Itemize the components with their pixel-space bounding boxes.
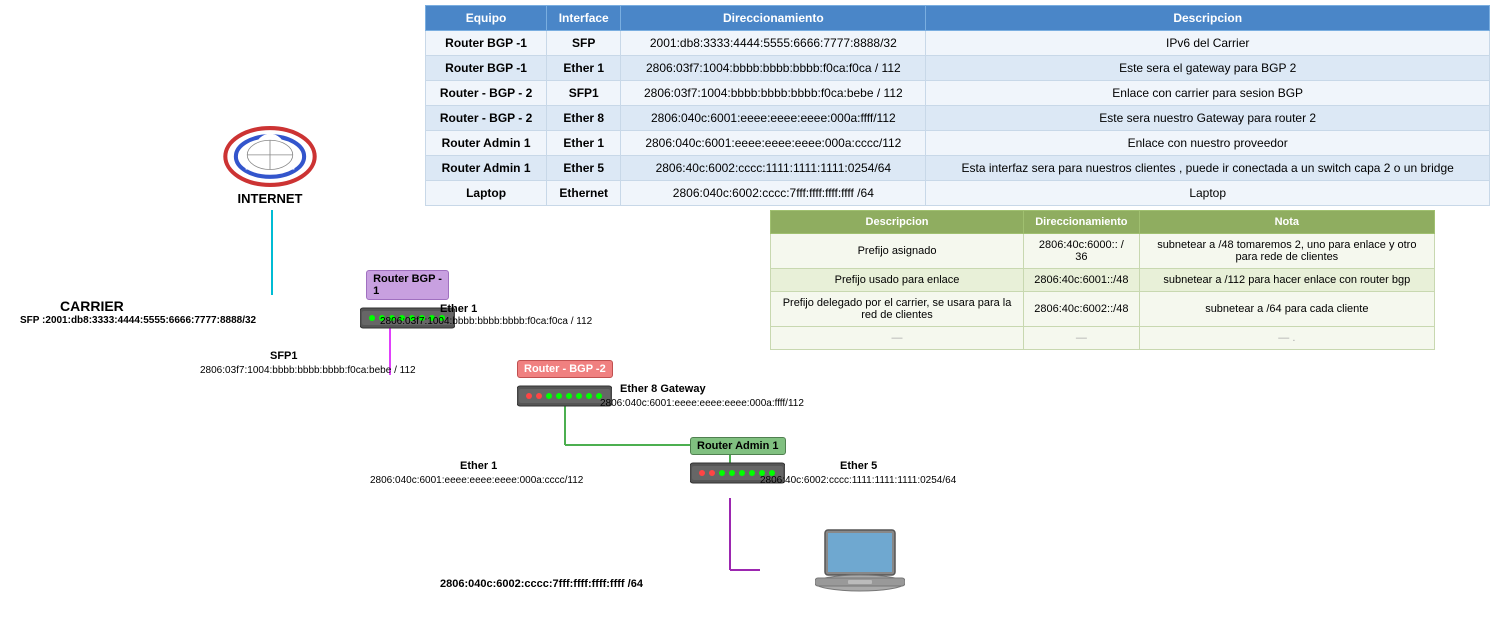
internet-label: INTERNET — [238, 191, 303, 206]
laptop-svg — [815, 525, 905, 595]
second-cell-nota: subnetear a /112 para hacer enlace con r… — [1139, 269, 1434, 292]
table-cell-direccionamiento: 2806:40c:6002:cccc:1111:1111:1111:0254/6… — [621, 156, 926, 181]
router-bgp2-sfp: SFP1 — [270, 350, 298, 362]
table-cell-descripcion: Este sera el gateway para BGP 2 — [926, 56, 1490, 81]
table-cell-interface: Ether 5 — [547, 156, 621, 181]
carrier-sfp: SFP :2001:db8:3333:4444:5555:6666:7777:8… — [20, 315, 256, 326]
table-cell-equipo: Router - BGP - 2 — [426, 106, 547, 131]
internet-cloud: INTERNET — [205, 120, 335, 210]
second-cell-dir: 2806:40c:6001::/48 — [1024, 269, 1140, 292]
table-cell-interface: Ether 8 — [547, 106, 621, 131]
router-bgp2: Router - BGP -2 — [517, 360, 613, 411]
table-cell-descripcion: Enlace con carrier para sesion BGP — [926, 81, 1490, 106]
second-cell-desc: — — [771, 327, 1024, 350]
laptop-addr: 2806:040c:6002:cccc:7fff:ffff:ffff:ffff … — [440, 578, 643, 590]
table-cell-interface: Ether 1 — [547, 56, 621, 81]
router-bgp1-addr: 2806:03f7:1004:bbbb:bbbb:bbbb:f0ca:f0ca … — [380, 316, 592, 327]
table-row: Router BGP -1SFP2001:db8:3333:4444:5555:… — [426, 31, 1490, 56]
router-bgp1-ether1: Ether 1 — [440, 303, 477, 315]
second-table: Descripcion Direccionamiento Nota Prefij… — [770, 210, 1435, 350]
admin1-ether5: Ether 5 — [840, 460, 877, 472]
table-cell-equipo: Router BGP -1 — [426, 56, 547, 81]
table-row: Router - BGP - 2Ether 82806:040c:6001:ee… — [426, 106, 1490, 131]
table-cell-descripcion: Enlace con nuestro proveedor — [926, 131, 1490, 156]
admin1-addr2: 2806:40c:6002:cccc:1111:1111:1111:0254/6… — [760, 475, 956, 486]
router-bgp2-ether8: Ether 8 Gateway — [620, 383, 706, 395]
router-bgp1-label: Router BGP -1 — [366, 270, 449, 300]
router-admin1-label: Router Admin 1 — [690, 437, 786, 455]
router-bgp2-addr2: 2806:040c:6001:eeee:eeee:eeee:000a:ffff/… — [600, 398, 804, 409]
col-interface: Interface — [547, 6, 621, 31]
col2-descripcion: Descripcion — [771, 211, 1024, 234]
second-table-row: ——— . — [771, 327, 1435, 350]
table-cell-interface: Ether 1 — [547, 131, 621, 156]
second-table-row: Prefijo delegado por el carrier, se usar… — [771, 292, 1435, 327]
second-cell-dir: 2806:40c:6000:: / 36 — [1024, 234, 1140, 269]
admin1-ether1: Ether 1 — [460, 460, 497, 472]
table-cell-direccionamiento: 2806:040c:6001:eeee:eeee:eeee:000a:ffff/… — [621, 106, 926, 131]
table-cell-descripcion: IPv6 del Carrier — [926, 31, 1490, 56]
col-descripcion: Descripcion — [926, 6, 1490, 31]
table-cell-interface: SFP1 — [547, 81, 621, 106]
main-table: Equipo Interface Direccionamiento Descri… — [425, 5, 1490, 206]
second-cell-nota: — . — [1139, 327, 1434, 350]
router-bgp2-sfp-addr: 2806:03f7:1004:bbbb:bbbb:bbbb:f0ca:bebe … — [200, 365, 416, 376]
table-cell-descripcion: Esta interfaz sera para nuestros cliente… — [926, 156, 1490, 181]
second-cell-desc: Prefijo usado para enlace — [771, 269, 1024, 292]
table-cell-equipo: Router Admin 1 — [426, 156, 547, 181]
table-cell-direccionamiento: 2806:040c:6001:eeee:eeee:eeee:000a:cccc/… — [621, 131, 926, 156]
second-cell-nota: subnetear a /48 tomaremos 2, uno para en… — [1139, 234, 1434, 269]
second-table-row: Prefijo usado para enlace2806:40c:6001::… — [771, 269, 1435, 292]
col2-direccionamiento: Direccionamiento — [1024, 211, 1140, 234]
laptop-icon — [815, 525, 905, 600]
col-equipo: Equipo — [426, 6, 547, 31]
table-cell-direccionamiento: 2806:040c:6002:cccc:7fff:ffff:ffff:ffff … — [621, 181, 926, 206]
table-cell-equipo: Router BGP -1 — [426, 31, 547, 56]
table-row: LaptopEthernet2806:040c:6002:cccc:7fff:f… — [426, 181, 1490, 206]
second-cell-desc: Prefijo delegado por el carrier, se usar… — [771, 292, 1024, 327]
second-cell-nota: subnetear a /64 para cada cliente — [1139, 292, 1434, 327]
table-cell-interface: Ethernet — [547, 181, 621, 206]
table-cell-descripcion: Laptop — [926, 181, 1490, 206]
router-bgp2-icon — [517, 381, 612, 411]
table-cell-equipo: Router Admin 1 — [426, 131, 547, 156]
table-cell-direccionamiento: 2806:03f7:1004:bbbb:bbbb:bbbb:f0ca:bebe … — [621, 81, 926, 106]
second-cell-desc: Prefijo asignado — [771, 234, 1024, 269]
router-bgp2-label: Router - BGP -2 — [517, 360, 613, 378]
cloud-icon — [220, 124, 320, 189]
table-row: Router Admin 1Ether 52806:40c:6002:cccc:… — [426, 156, 1490, 181]
table-row: Router Admin 1Ether 12806:040c:6001:eeee… — [426, 131, 1490, 156]
table-cell-descripcion: Este sera nuestro Gateway para router 2 — [926, 106, 1490, 131]
admin1-addr1: 2806:040c:6001:eeee:eeee:eeee:000a:cccc/… — [370, 475, 583, 486]
second-cell-dir: 2806:40c:6002::/48 — [1024, 292, 1140, 327]
carrier-label: CARRIER — [60, 298, 124, 314]
table-cell-direccionamiento: 2001:db8:3333:4444:5555:6666:7777:8888/3… — [621, 31, 926, 56]
table-cell-equipo: Router - BGP - 2 — [426, 81, 547, 106]
col2-nota: Nota — [1139, 211, 1434, 234]
col-direccionamiento: Direccionamiento — [621, 6, 926, 31]
table-cell-direccionamiento: 2806:03f7:1004:bbbb:bbbb:bbbb:f0ca:f0ca … — [621, 56, 926, 81]
second-cell-dir: — — [1024, 327, 1140, 350]
table-cell-equipo: Laptop — [426, 181, 547, 206]
table-cell-interface: SFP — [547, 31, 621, 56]
table-row: Router BGP -1Ether 12806:03f7:1004:bbbb:… — [426, 56, 1490, 81]
table-row: Router - BGP - 2SFP12806:03f7:1004:bbbb:… — [426, 81, 1490, 106]
second-table-row: Prefijo asignado2806:40c:6000:: / 36subn… — [771, 234, 1435, 269]
